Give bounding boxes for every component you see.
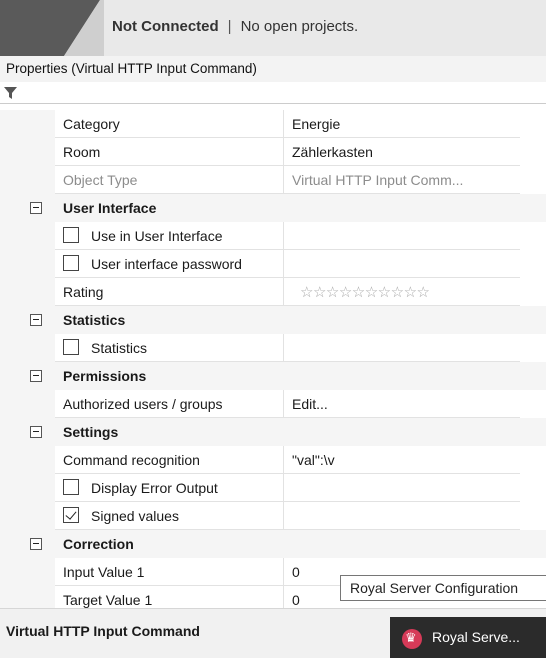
- property-value: [284, 334, 520, 362]
- status-bar: Not Connected | No open projects.: [0, 0, 546, 56]
- collapse-toggle-icon[interactable]: [30, 426, 42, 438]
- property-value: [284, 474, 520, 502]
- projects-label: No open projects.: [240, 18, 359, 35]
- property-row-category[interactable]: Category Energie: [0, 110, 546, 138]
- section-label: Statistics: [63, 312, 126, 328]
- ui-password-checkbox[interactable]: [63, 255, 79, 271]
- collapse-toggle-icon[interactable]: [30, 538, 42, 550]
- property-name: Signed values: [55, 502, 284, 530]
- section-permissions[interactable]: Permissions: [0, 362, 546, 390]
- use-in-ui-checkbox[interactable]: [63, 227, 79, 243]
- property-value[interactable]: Energie: [284, 110, 520, 138]
- property-value: [284, 250, 520, 278]
- property-row-object-type: Object Type Virtual HTTP Input Comm...: [0, 166, 546, 194]
- property-name: Input Value 1: [55, 558, 284, 586]
- checkbox-label: User interface password: [91, 256, 242, 272]
- property-row-room[interactable]: Room Zählerkasten: [0, 138, 546, 166]
- status-separator: |: [227, 18, 232, 35]
- description-footer: Virtual HTTP Input Command Royal Serve..…: [0, 608, 546, 658]
- section-label: Correction: [63, 536, 134, 552]
- section-settings[interactable]: Settings: [0, 418, 546, 446]
- description-title: Virtual HTTP Input Command: [6, 623, 200, 639]
- property-row-use-in-ui[interactable]: Use in User Interface: [0, 222, 546, 250]
- rating-stars[interactable]: ☆☆☆☆☆☆☆☆☆☆: [300, 283, 430, 301]
- connection-label: Not Connected: [112, 18, 219, 35]
- property-value: [284, 502, 520, 530]
- collapse-toggle-icon[interactable]: [30, 202, 42, 214]
- statistics-checkbox[interactable]: [63, 339, 79, 355]
- taskbar-tooltip: Royal Server Configuration: [340, 575, 546, 601]
- collapse-toggle-icon[interactable]: [30, 314, 42, 326]
- connection-status: Not Connected | No open projects.: [112, 18, 358, 35]
- section-statistics[interactable]: Statistics: [0, 306, 546, 334]
- crown-icon: [402, 629, 422, 649]
- section-user-interface[interactable]: User Interface: [0, 194, 546, 222]
- display-error-output-checkbox[interactable]: [63, 479, 79, 495]
- property-name: Rating: [55, 278, 284, 306]
- property-value: [284, 222, 520, 250]
- checkbox-label: Statistics: [91, 340, 148, 356]
- checkbox-label: Signed values: [91, 508, 179, 524]
- section-label: Permissions: [63, 368, 147, 384]
- property-name: Room: [55, 138, 284, 166]
- section-label: User Interface: [63, 200, 157, 216]
- property-value: Virtual HTTP Input Comm...: [284, 166, 520, 194]
- property-name: Statistics: [55, 334, 284, 362]
- property-name: Authorized users / groups: [55, 390, 284, 418]
- property-name: User interface password: [55, 250, 284, 278]
- taskbar-label: Royal Serve...: [432, 629, 520, 645]
- taskbar-button[interactable]: Royal Serve...: [390, 617, 546, 658]
- checkbox-label: Use in User Interface: [91, 228, 223, 244]
- edit-authorized-link[interactable]: Edit...: [284, 390, 520, 418]
- property-row-statistics[interactable]: Statistics: [0, 334, 546, 362]
- property-name: Object Type: [55, 166, 284, 194]
- property-value[interactable]: Zählerkasten: [284, 138, 520, 166]
- property-row-display-error-output[interactable]: Display Error Output: [0, 474, 546, 502]
- property-name: Command recognition: [55, 446, 284, 474]
- command-recognition-field[interactable]: "val":\v: [284, 446, 520, 474]
- properties-panel-title: Properties (Virtual HTTP Input Command): [0, 56, 546, 82]
- section-label: Settings: [63, 424, 119, 440]
- filter-bar: [0, 82, 546, 104]
- property-row-ui-password[interactable]: User interface password: [0, 250, 546, 278]
- checkbox-label: Display Error Output: [91, 480, 218, 496]
- property-row-rating[interactable]: Rating ☆☆☆☆☆☆☆☆☆☆: [0, 278, 546, 306]
- filter-icon[interactable]: [4, 86, 18, 100]
- property-name: Display Error Output: [55, 474, 284, 502]
- property-row-authorized[interactable]: Authorized users / groups Edit...: [0, 390, 546, 418]
- collapse-toggle-icon[interactable]: [30, 370, 42, 382]
- property-name: Use in User Interface: [55, 222, 284, 250]
- property-name: Category: [55, 110, 284, 138]
- section-correction[interactable]: Correction: [0, 530, 546, 558]
- signed-values-checkbox[interactable]: [63, 507, 79, 523]
- property-row-signed-values[interactable]: Signed values: [0, 502, 546, 530]
- property-row-command-recognition[interactable]: Command recognition "val":\v: [0, 446, 546, 474]
